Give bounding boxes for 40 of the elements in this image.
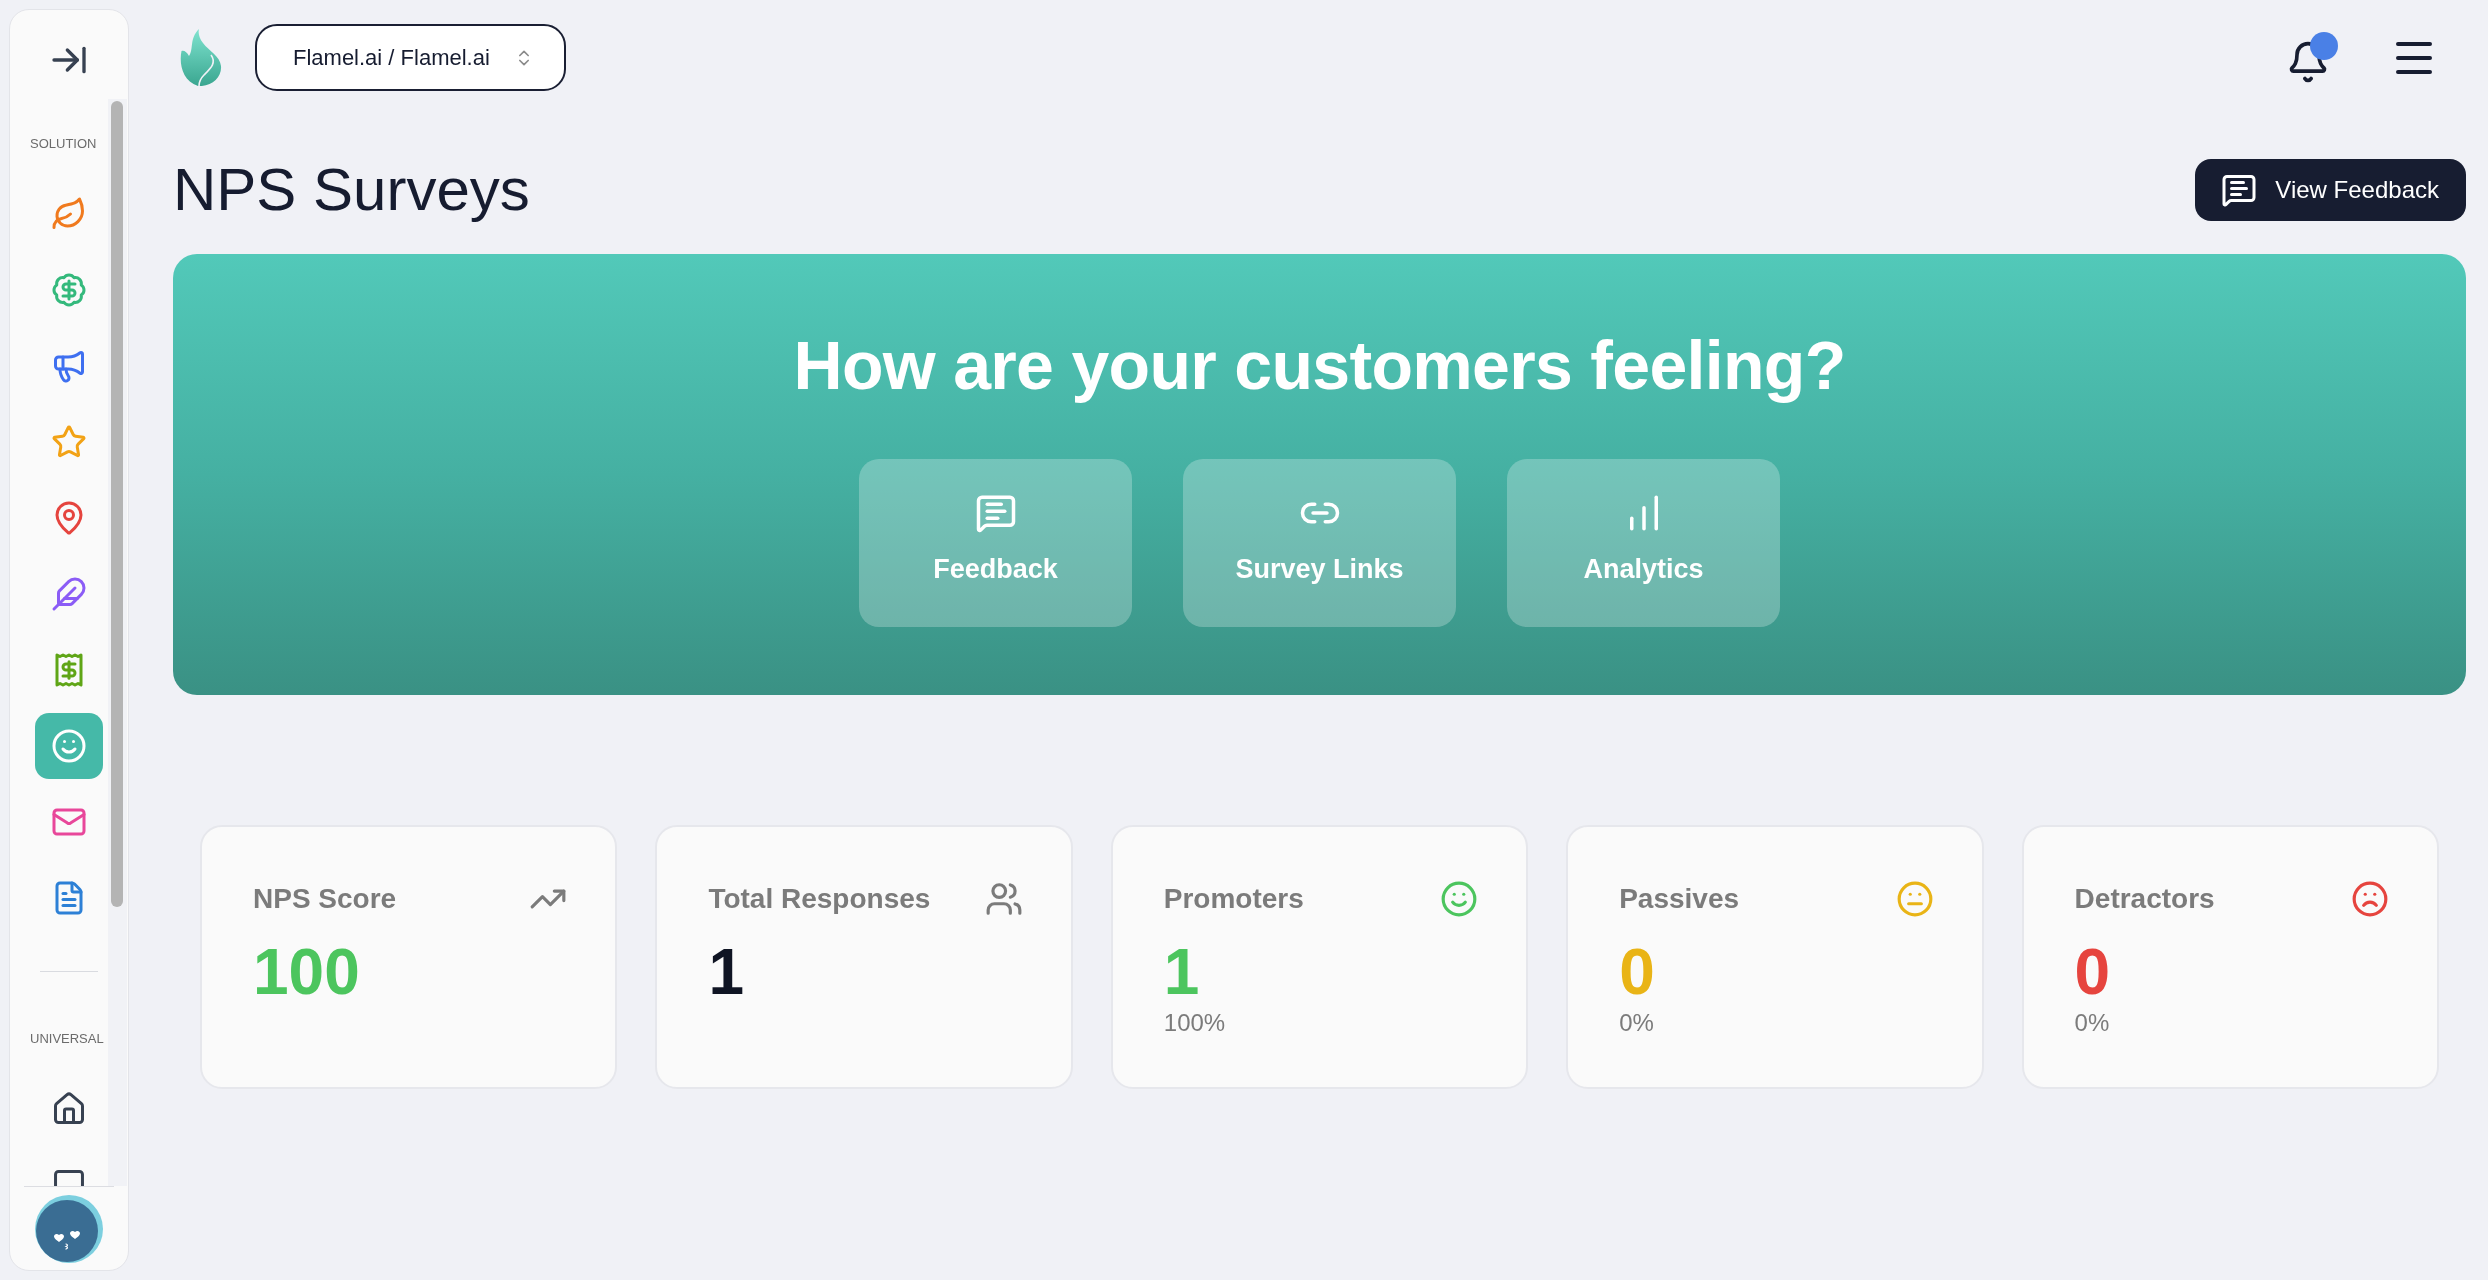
stat-share: 0% (2074, 1008, 2110, 1037)
feather-icon (51, 576, 87, 612)
megaphone-icon (51, 348, 87, 384)
smiley-icon (51, 728, 87, 764)
stat-value: 0 (1619, 940, 1655, 1004)
star-icon (51, 424, 87, 460)
section-label: UNIVERSAL (30, 1031, 104, 1047)
section-label: SOLUTION (30, 136, 97, 152)
stat-value: 1 (1163, 940, 1200, 1004)
stat-value: 0 (2074, 940, 2111, 1004)
home-icon (51, 1091, 87, 1127)
avatar[interactable] (35, 1194, 103, 1263)
stat-label: Promoters (1163, 882, 1304, 916)
message-icon (2221, 172, 2258, 208)
stat-label: Passives (1619, 882, 1740, 916)
stat-label: Detractors (2074, 882, 2215, 916)
hero-heading: How are your customers feeling? (793, 326, 1846, 405)
hero-action-button[interactable]: Analytics (1507, 459, 1780, 627)
users-icon (984, 880, 1023, 918)
stat-share: 100% (1163, 1008, 1226, 1037)
neutral-face-icon (1895, 880, 1934, 918)
stat-share: 0% (1619, 1008, 1654, 1037)
stat-label: Total Responses (708, 882, 931, 916)
view-feedback-button[interactable]: View Feedback (2195, 159, 2466, 221)
stat-value: 1 (708, 940, 744, 1004)
org-switcher[interactable]: Flamel.ai / Flamel.ai (255, 24, 566, 91)
menu-icon (2396, 41, 2432, 74)
hero-action-button[interactable]: Feedback (859, 459, 1132, 627)
smiley-icon (1440, 880, 1479, 918)
scrollbar-thumb[interactable] (111, 101, 123, 907)
flame-logo (180, 29, 222, 86)
frown-icon (2351, 880, 2389, 918)
page-title: NPS Surveys (173, 159, 530, 221)
dollar-badge-icon (51, 272, 87, 308)
stat-value: 100 (253, 940, 360, 1004)
stat-label: NPS Score (253, 882, 397, 916)
rectangle-outline-icon (54, 1170, 84, 1186)
scrollbar-track[interactable] (108, 99, 127, 1186)
leaf-icon (51, 196, 87, 232)
hero-action-button[interactable]: Survey Links (1183, 459, 1456, 627)
